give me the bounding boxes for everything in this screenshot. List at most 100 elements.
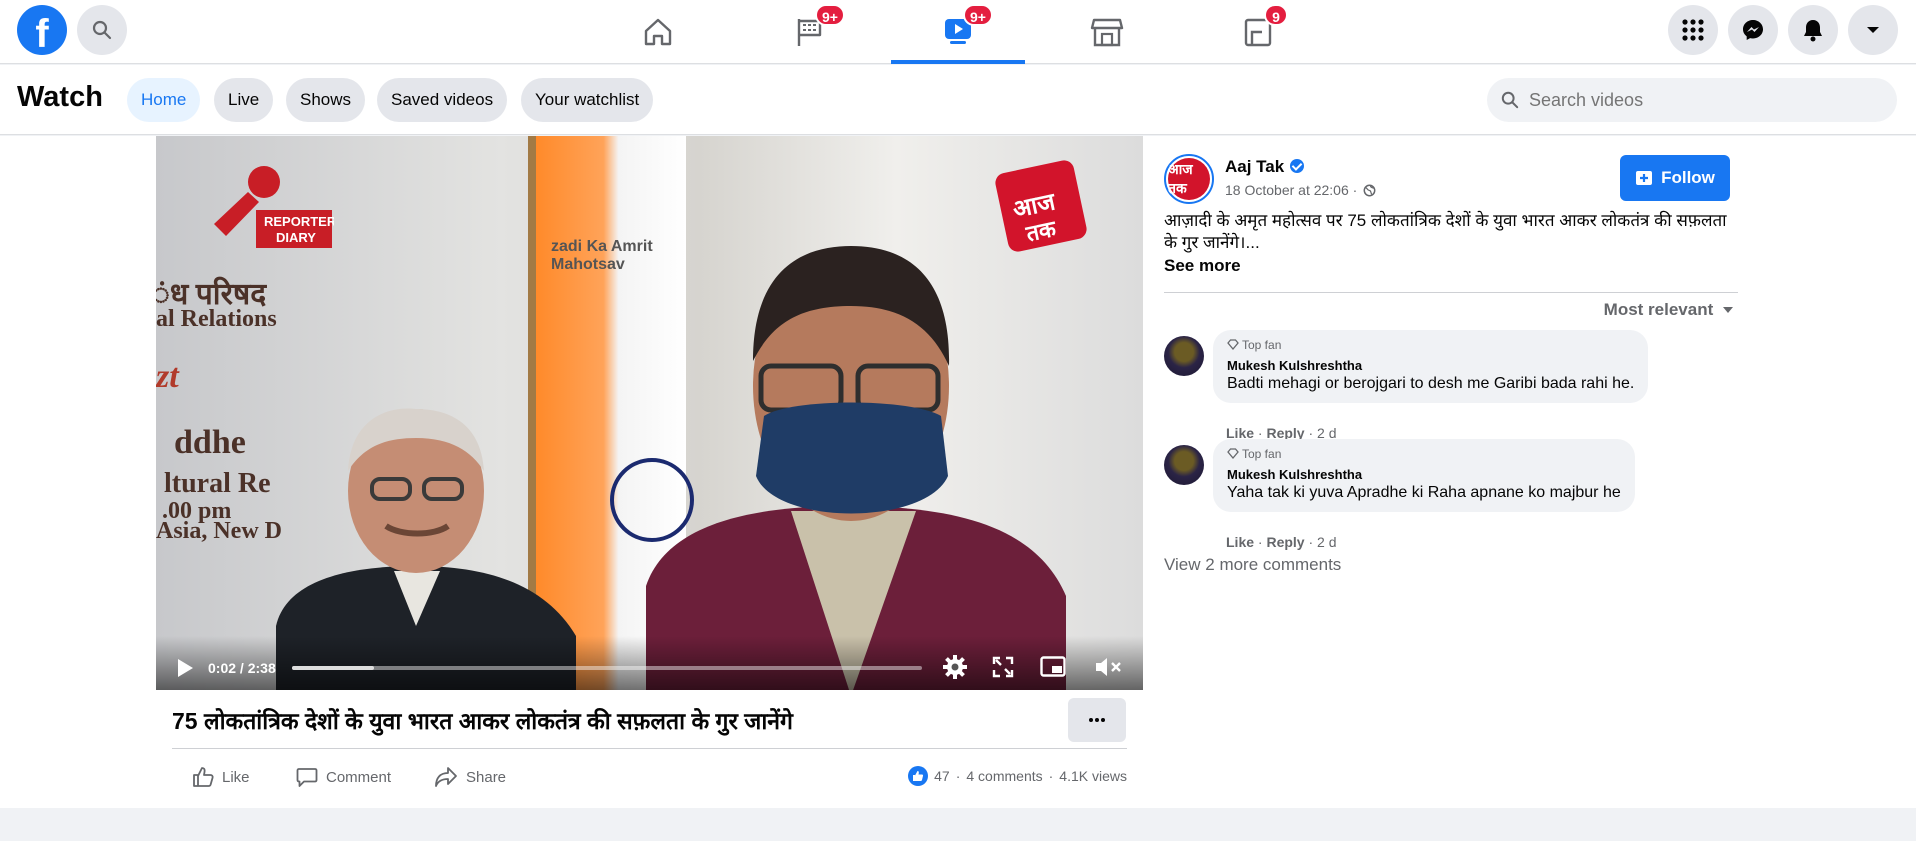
aaj-tak-watermark-logo: आज तक	[995, 160, 1087, 252]
nav-pages-tab[interactable]: 9+	[743, 0, 877, 64]
tab-live[interactable]: Live	[214, 78, 274, 122]
comment-bubble: Top fan Mukesh Kulshreshtha Badti mehagi…	[1213, 330, 1649, 403]
top-navigation-bar: f 9+ 9+ 9	[0, 0, 1916, 64]
follow-plus-icon	[1636, 171, 1653, 185]
feed-background	[0, 808, 1916, 841]
sort-label: Most relevant	[1603, 300, 1714, 319]
notifications-button[interactable]	[1788, 5, 1838, 55]
like-reaction-icon[interactable]	[908, 766, 929, 786]
menu-grid-icon	[1682, 19, 1704, 41]
diamond-icon	[1227, 448, 1239, 460]
chevron-down-icon	[1867, 27, 1879, 33]
like-button[interactable]: Like	[192, 766, 250, 788]
comment-author[interactable]: Mukesh Kulshreshtha	[1227, 358, 1634, 373]
fullscreen-icon[interactable]	[992, 656, 1014, 678]
video-title: 75 लोकतांत्रिक देशों के युवा भारत आकर लो…	[172, 708, 793, 734]
top-fan-label: Top fan	[1242, 447, 1282, 461]
facebook-logo-letter: f	[35, 12, 49, 55]
tab-home[interactable]: Home	[127, 78, 201, 122]
background-text-7: zt	[156, 358, 179, 395]
page-name[interactable]: Aaj Tak	[1225, 157, 1305, 177]
like-label: Like	[222, 768, 250, 786]
watch-content: ंध परिषद al Relations zt ddhe ltural Re …	[0, 136, 1916, 808]
reaction-count[interactable]: 47	[934, 768, 950, 784]
commenter-avatar[interactable]	[1164, 336, 1204, 376]
divider	[172, 748, 1127, 749]
marketplace-store-icon	[1090, 18, 1124, 47]
comment-text: Yaha tak ki yuva Apradhe ki Raha apnane …	[1227, 484, 1621, 501]
view-more-comments-link[interactable]: View 2 more comments	[1164, 555, 1341, 575]
follow-button[interactable]: Follow	[1620, 155, 1730, 201]
nav-home-tab[interactable]	[591, 0, 725, 64]
search-input[interactable]	[1529, 89, 1869, 111]
tab-your-watchlist[interactable]: Your watchlist	[521, 78, 654, 122]
comment-text: Badti mehagi or berojgari to desh me Gar…	[1227, 375, 1635, 392]
see-more-link[interactable]: See more	[1164, 256, 1241, 276]
comment-author[interactable]: Mukesh Kulshreshtha	[1227, 467, 1621, 482]
background-text-4: ltural Re	[164, 468, 271, 499]
home-icon	[644, 18, 672, 46]
view-count: 4.1K views	[1059, 768, 1127, 784]
menu-button[interactable]	[1668, 5, 1718, 55]
diamond-icon	[1227, 339, 1239, 351]
seek-bar-progress	[292, 666, 374, 670]
caret-down-icon	[1723, 307, 1733, 313]
engagement-stats: 47 · 4 comments · 4.1K views	[908, 766, 1127, 786]
share-button[interactable]: Share	[434, 766, 506, 788]
pages-notification-badge: 9+	[815, 4, 845, 26]
picture-in-picture-icon[interactable]	[1040, 656, 1066, 678]
seek-bar[interactable]	[292, 666, 922, 670]
commenter-avatar[interactable]	[1164, 445, 1204, 485]
comment-count[interactable]: 4 comments	[966, 768, 1042, 784]
comment-bubble: Top fan Mukesh Kulshreshtha Yaha tak ki …	[1213, 439, 1635, 512]
top-fan-badge: Top fan	[1227, 447, 1621, 461]
facebook-logo[interactable]: f	[17, 5, 67, 55]
follow-label: Follow	[1661, 168, 1715, 187]
video-player[interactable]: ंध परिषद al Relations zt ddhe ltural Re …	[156, 136, 1143, 690]
nav-marketplace-tab[interactable]	[1040, 0, 1174, 64]
divider	[1164, 292, 1738, 293]
comment-button[interactable]: Comment	[296, 766, 391, 788]
post-timestamp[interactable]: 18 October at 22:06 ·	[1225, 182, 1376, 198]
comment-like-link[interactable]: Like	[1226, 534, 1254, 550]
total-time: 2:38	[247, 660, 276, 676]
ellipsis-icon	[1089, 718, 1105, 722]
search-button[interactable]	[77, 5, 127, 55]
nav-watch-tab[interactable]: 9+	[891, 0, 1025, 64]
video-time-display: 0:02 / 2:38	[208, 660, 276, 676]
post-description: आज़ादी के अमृत महोत्सव पर 75 लोकतांत्रिक…	[1164, 211, 1727, 252]
video-controls-bar: 0:02 / 2:38	[156, 636, 1143, 690]
watch-notification-badge: 9+	[963, 4, 993, 26]
svg-text:REPORTER: REPORTER	[264, 214, 334, 229]
comment-age[interactable]: 2 d	[1317, 534, 1336, 550]
account-button[interactable]	[1848, 5, 1898, 55]
share-label: Share	[466, 768, 507, 786]
page-avatar[interactable]: आज तक	[1164, 154, 1214, 204]
background-text-2: al Relations	[156, 306, 277, 332]
tab-saved-videos[interactable]: Saved videos	[377, 78, 508, 122]
post-date-text[interactable]: 18 October at 22:06 ·	[1225, 182, 1357, 198]
mute-icon[interactable]	[1094, 656, 1122, 678]
settings-gear-icon[interactable]	[942, 654, 968, 680]
page-name-text[interactable]: Aaj Tak	[1225, 157, 1284, 176]
comment-sort-dropdown[interactable]: Most relevant	[1604, 300, 1734, 320]
top-fan-badge: Top fan	[1227, 338, 1634, 352]
nav-gaming-tab[interactable]: 9	[1191, 0, 1325, 64]
aaj-tak-avatar-text: आज तक	[1168, 158, 1210, 200]
thumbs-up-icon	[193, 767, 214, 787]
tab-shows[interactable]: Shows	[286, 78, 366, 122]
messenger-button[interactable]	[1728, 5, 1778, 55]
comment-label: Comment	[326, 768, 392, 786]
share-arrow-icon	[435, 767, 457, 787]
play-icon[interactable]	[176, 658, 194, 678]
separator-dot: ·	[1048, 768, 1054, 784]
search-icon	[1501, 91, 1519, 109]
search-videos-box[interactable]	[1487, 78, 1897, 122]
comment-reply-link[interactable]: Reply	[1266, 534, 1304, 550]
bell-icon	[1804, 20, 1822, 42]
messenger-icon	[1743, 20, 1763, 40]
person-right-figure	[646, 246, 1066, 690]
gaming-notification-badge: 9	[1264, 4, 1288, 26]
top-fan-label: Top fan	[1242, 338, 1282, 352]
more-options-button[interactable]	[1068, 698, 1126, 742]
